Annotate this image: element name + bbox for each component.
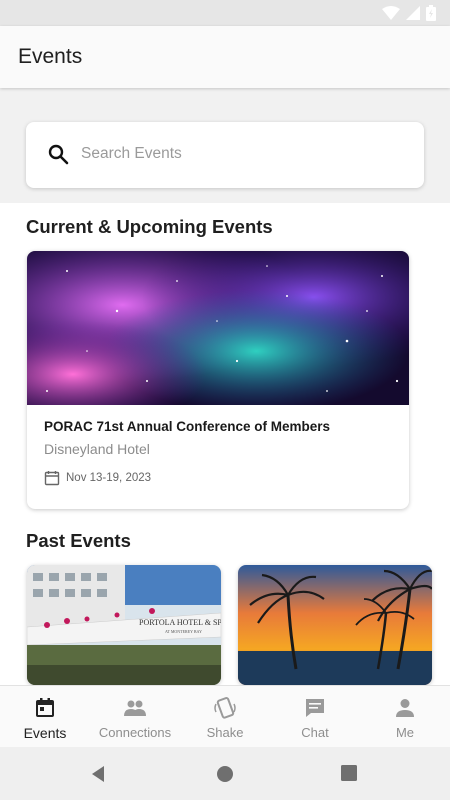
recents-icon[interactable] [341, 765, 357, 781]
system-navigation-bar [0, 747, 450, 800]
status-icons [382, 5, 436, 21]
nav-label: Events [23, 725, 67, 741]
nav-item-connections[interactable]: Connections [90, 686, 180, 747]
nav-label: Chat [301, 725, 329, 740]
event-date-row: Nov 13-19, 2023 [44, 470, 151, 486]
past-event-card[interactable] [238, 565, 432, 685]
past-event-image-hotel: PORTOLA HOTEL & SPA AT MONTEREY BAY [27, 565, 221, 685]
events-content[interactable]: Search Events Current & Upcoming Events [0, 88, 450, 685]
search-placeholder: Search Events [81, 145, 182, 162]
battery-icon [426, 5, 436, 21]
calendar-icon [44, 471, 60, 486]
hotel-sign: PORTOLA HOTEL & SPA [139, 618, 221, 627]
calendar-icon [36, 698, 54, 717]
search-icon [48, 144, 69, 165]
chat-bubble-icon [306, 699, 324, 717]
past-events-heading: Past Events [26, 530, 131, 551]
nav-label: Me [395, 725, 415, 740]
back-icon[interactable] [90, 765, 106, 783]
hotel-sign-sub: AT MONTEREY BAY [165, 629, 202, 634]
person-icon [396, 699, 414, 717]
app-bar: Events [0, 26, 450, 88]
nav-item-shake[interactable]: Shake [180, 686, 270, 747]
event-date: Nov 13-19, 2023 [66, 472, 152, 484]
search-area: Search Events [0, 88, 450, 203]
nav-label: Connections [98, 725, 172, 740]
nav-label: Shake [206, 725, 244, 740]
nav-item-me[interactable]: Me [360, 686, 450, 747]
page-title: Events [18, 45, 83, 68]
search-input[interactable]: Search Events [26, 122, 424, 188]
status-bar [0, 0, 450, 26]
nav-item-events[interactable]: Events [0, 686, 90, 747]
home-icon[interactable] [216, 765, 234, 783]
wifi-icon [382, 6, 400, 20]
people-icon [124, 700, 146, 716]
shake-phone-icon [214, 697, 236, 719]
bottom-navigation: Events Connections Shake Chat Me [0, 685, 450, 747]
event-card[interactable]: PORAC 71st Annual Conference of Members … [27, 251, 409, 509]
event-title: PORAC 71st Annual Conference of Members [44, 419, 331, 434]
past-event-image-palm-sunset [238, 565, 432, 685]
past-event-card[interactable]: PORTOLA HOTEL & SPA AT MONTEREY BAY [27, 565, 221, 685]
current-events-heading: Current & Upcoming Events [26, 216, 273, 237]
event-venue: Disneyland Hotel [44, 441, 150, 457]
event-image-nebula [27, 251, 409, 405]
nav-item-chat[interactable]: Chat [270, 686, 360, 747]
signal-icon [406, 6, 420, 20]
